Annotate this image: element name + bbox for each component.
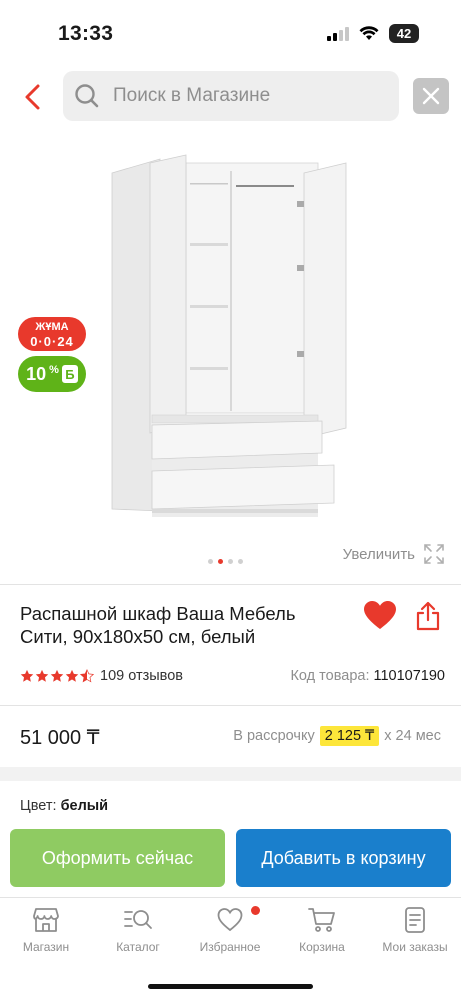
nav-item-catalog[interactable]: Каталог xyxy=(92,906,184,954)
sku-label: Код товара: xyxy=(290,668,370,684)
product-title: Распашной шкаф Ваша Мебель Сити, 90х180х… xyxy=(20,603,296,647)
favorite-button[interactable] xyxy=(363,600,397,632)
status-bar: 13:33 42 xyxy=(0,0,461,60)
wifi-icon xyxy=(359,26,379,40)
color-label: Цвет: xyxy=(20,798,57,814)
close-icon xyxy=(422,87,440,105)
signal-icon xyxy=(327,26,349,41)
star-rating xyxy=(20,669,94,683)
bonus-badge: 10% Б xyxy=(18,356,86,392)
add-to-cart-button[interactable]: Добавить в корзину xyxy=(236,829,451,887)
nav-label: Магазин xyxy=(22,940,70,954)
star-icon xyxy=(35,669,49,682)
installment-suffix: х 24 мес xyxy=(384,728,441,744)
pagination-dot-active[interactable] xyxy=(218,559,223,564)
installment-amount: 2 125 ₸ xyxy=(319,726,380,746)
nav-label: Избранное xyxy=(199,940,261,954)
image-pagination[interactable] xyxy=(208,559,243,564)
installment-prefix: В рассрочку xyxy=(233,728,315,744)
nav-item-cart[interactable]: Корзина xyxy=(276,906,368,954)
friday-badge-title: ЖҰМА xyxy=(35,321,69,333)
bonus-percent: % xyxy=(49,364,59,376)
notification-dot xyxy=(251,906,260,915)
product-gallery[interactable]: ЖҰМА 0·0·24 10% Б Увеличить xyxy=(0,135,461,575)
color-info: Цвет: белый xyxy=(20,798,108,814)
friday-badge: ЖҰМА 0·0·24 xyxy=(18,317,86,351)
back-button[interactable] xyxy=(18,79,50,115)
divider xyxy=(0,584,461,585)
pagination-dot[interactable] xyxy=(208,559,213,564)
pagination-dot[interactable] xyxy=(228,559,233,564)
heart-icon xyxy=(217,908,243,932)
catalog-search-icon xyxy=(124,910,152,929)
zoom-label: Увеличить xyxy=(342,545,415,563)
search-box[interactable] xyxy=(63,71,399,121)
search-header xyxy=(0,71,461,123)
star-icon xyxy=(20,669,34,682)
bonus-icon: Б xyxy=(61,365,78,383)
zoom-button[interactable]: Увеличить xyxy=(343,543,445,565)
divider xyxy=(0,705,461,706)
product-price: 51 000 ₸ xyxy=(20,727,100,749)
nav-item-favorites[interactable]: Избранное xyxy=(184,906,276,954)
star-icon xyxy=(50,669,64,682)
search-icon xyxy=(75,84,99,108)
rating-row: 109 отзывов Код товара: 110107190 xyxy=(20,666,445,686)
status-time: 13:33 xyxy=(58,22,114,45)
nav-label: Мои заказы xyxy=(382,940,448,954)
expand-icon xyxy=(424,544,444,564)
product-image xyxy=(111,154,347,517)
pagination-dot[interactable] xyxy=(238,559,243,564)
share-icon xyxy=(416,601,440,631)
home-indicator xyxy=(148,984,313,989)
nav-item-orders[interactable]: Мои заказы xyxy=(369,906,461,954)
store-icon xyxy=(33,908,59,932)
status-icons: 42 xyxy=(327,24,419,43)
buy-now-button[interactable]: Оформить сейчас xyxy=(10,829,225,887)
nav-item-store[interactable]: Магазин xyxy=(0,906,92,954)
star-icon xyxy=(65,669,79,682)
search-input[interactable] xyxy=(113,85,373,107)
orders-icon xyxy=(405,907,425,933)
installment-info[interactable]: В рассрочку 2 125 ₸ х 24 мес xyxy=(233,726,441,746)
nav-label: Каталог xyxy=(116,940,160,954)
bonus-value: 10 xyxy=(26,363,47,384)
battery-indicator: 42 xyxy=(389,24,419,43)
nav-label: Корзина xyxy=(299,940,345,954)
friday-badge-code: 0·0·24 xyxy=(30,334,74,349)
section-separator xyxy=(0,767,461,781)
heart-icon xyxy=(364,601,396,629)
share-button[interactable] xyxy=(414,600,442,632)
half-star-icon xyxy=(80,669,94,683)
color-value: белый xyxy=(60,798,109,814)
sku-value: 110107190 xyxy=(373,668,445,684)
sku: Код товара: 110107190 xyxy=(290,668,445,684)
cart-icon xyxy=(308,908,335,932)
reviews-link[interactable]: 109 отзывов xyxy=(100,668,183,684)
close-button[interactable] xyxy=(413,78,449,114)
chevron-left-icon xyxy=(25,84,40,110)
